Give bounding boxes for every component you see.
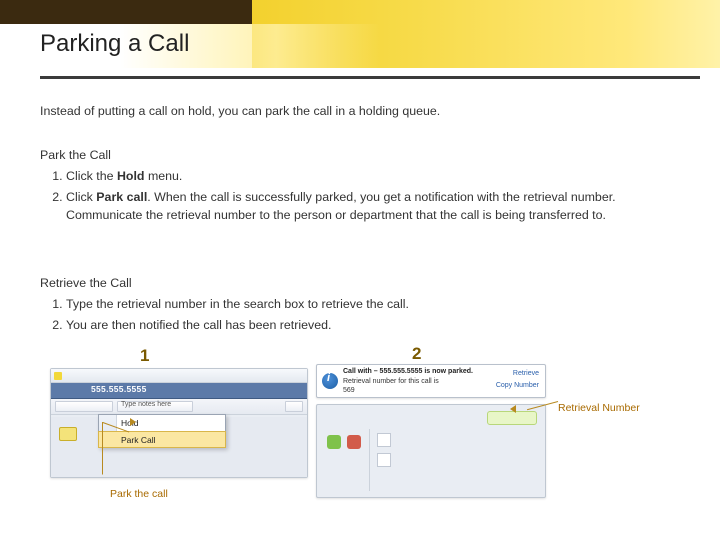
divider [369, 429, 370, 491]
slide: Parking a Call Instead of putting a call… [0, 0, 720, 540]
call-header-bar: 555.555.5555 [51, 383, 307, 399]
conversation-window [316, 404, 546, 498]
answer-call-icon[interactable] [327, 435, 341, 449]
toast-title: Call with – 555.555.5555 is now parked. [343, 368, 473, 375]
toast-action-retrieve[interactable]: Retrieve [513, 370, 539, 377]
park-notification-toast: Call with – 555.555.5555 is now parked. … [316, 364, 546, 398]
callout-arrow-1 [102, 422, 130, 475]
call-toolbar: Type notes here [51, 399, 307, 415]
figure-label-1: 1 [140, 346, 149, 366]
page-title: Parking a Call [40, 30, 189, 58]
panel-button[interactable] [377, 453, 391, 467]
step-text: . When the call is successfully parked, … [66, 190, 616, 222]
step-text: Click [66, 190, 96, 204]
section-retrieve-call: Retrieve the Call Type the retrieval num… [40, 276, 680, 338]
info-icon [322, 373, 338, 389]
status-pill [487, 411, 537, 425]
step-bold: Park call [96, 190, 147, 204]
toolbar-button[interactable] [55, 401, 113, 412]
toast-retrieval-number: 569 [343, 387, 355, 394]
end-call-icon[interactable] [347, 435, 361, 449]
step-2: Click Park call. When the call is succes… [66, 189, 680, 225]
toast-subtitle: Retrieval number for this call is [343, 378, 439, 385]
toolbar-overflow-button[interactable] [285, 401, 303, 412]
step-text: menu. [145, 169, 183, 183]
step-bold: Hold [117, 169, 145, 183]
figure-1: 555.555.5555 Type notes here Hold Park C… [50, 368, 308, 478]
callout-park-the-call: Park the call [110, 488, 168, 500]
contact-card-icon [59, 427, 77, 441]
figure-label-2: 2 [412, 344, 421, 364]
step-1: Type the retrieval number in the search … [66, 296, 680, 314]
panel-button[interactable] [377, 433, 391, 447]
caller-number: 555.555.5555 [91, 384, 147, 394]
window-titlebar [51, 369, 307, 383]
app-icon [54, 372, 62, 380]
section-park-call: Park the Call Click the Hold menu. Click… [40, 148, 680, 228]
toast-action-copy[interactable]: Copy Number [496, 382, 539, 389]
callout-arrow-2 [546, 385, 558, 386]
section-heading: Park the Call [40, 148, 680, 162]
banner-accent-brown [0, 0, 252, 24]
step-2: You are then notified the call has been … [66, 317, 680, 335]
section-heading: Retrieve the Call [40, 276, 680, 290]
notes-placeholder: Type notes here [121, 401, 171, 408]
step-text: Click the [66, 169, 117, 183]
title-underline [40, 76, 700, 79]
intro-text: Instead of putting a call on hold, you c… [40, 104, 680, 118]
figure-2: Call with – 555.555.5555 is now parked. … [316, 364, 546, 500]
step-1: Click the Hold menu. [66, 168, 680, 186]
callout-retrieval-number: Retrieval Number [558, 402, 640, 414]
